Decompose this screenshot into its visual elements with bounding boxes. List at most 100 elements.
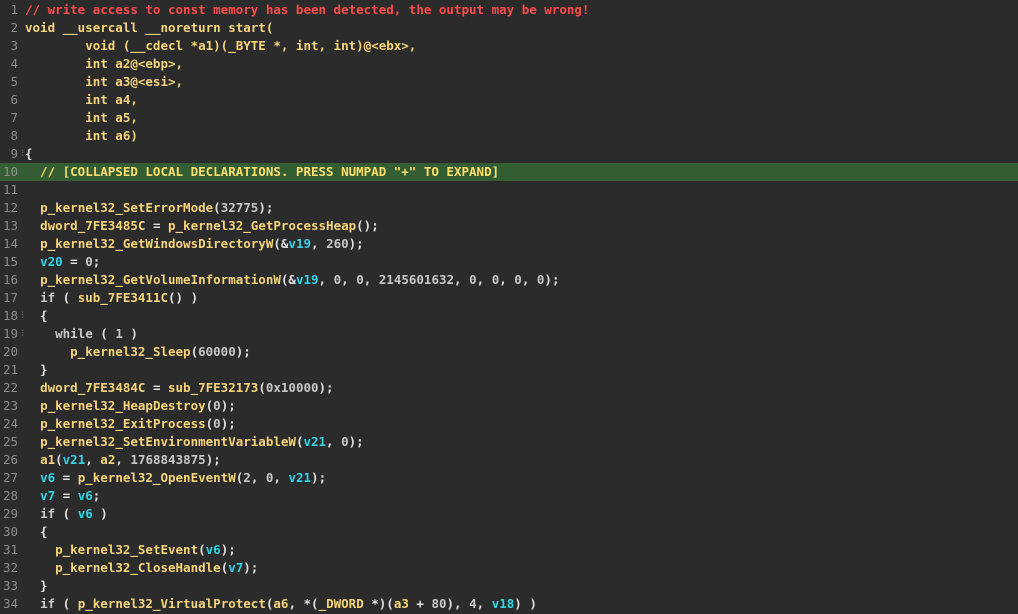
code-line[interactable]: 19 ⁝ while ( 1 ): [0, 325, 1018, 343]
code-text: p_kernel32_GetWindowsDirectoryW(&v19, 26…: [25, 235, 364, 253]
code-token: int a5,: [25, 110, 138, 125]
code-token: );: [205, 452, 221, 467]
code-text: dword_7FE3485C = p_kernel32_GetProcessHe…: [25, 217, 379, 235]
code-token: );: [544, 272, 560, 287]
line-number: 15: [2, 254, 18, 269]
code-token: );: [258, 200, 274, 215]
code-line[interactable]: 12 p_kernel32_SetErrorMode(32775);: [0, 199, 1018, 217]
code-line[interactable]: 15 v20 = 0;: [0, 253, 1018, 271]
code-token: );: [348, 236, 364, 251]
line-number: 21: [2, 362, 18, 377]
code-line[interactable]: 24 p_kernel32_ExitProcess(0);: [0, 415, 1018, 433]
code-line[interactable]: 27 v6 = p_kernel32_OpenEventW(2, 0, v21)…: [0, 469, 1018, 487]
code-token: void (__cdecl *a1)(_BYTE *, int, int)@<e…: [25, 38, 417, 53]
code-line[interactable]: 33 }: [0, 577, 1018, 595]
code-token: (: [55, 596, 78, 611]
code-token: =: [55, 488, 78, 503]
code-token: (: [198, 542, 206, 557]
code-line[interactable]: 9 ⁝{: [0, 145, 1018, 163]
code-token: =: [62, 254, 86, 269]
code-line[interactable]: 5 int a3@<esi>,: [0, 73, 1018, 91]
code-text: p_kernel32_ExitProcess(0);: [25, 415, 236, 433]
code-token: 0: [341, 434, 349, 449]
pseudocode-editor[interactable]: 1 // write access to const memory has bee…: [0, 0, 1018, 614]
code-token: p_kernel32_ExitProcess: [40, 416, 206, 431]
code-line[interactable]: 18 ⁝ {: [0, 307, 1018, 325]
fold-marker-icon[interactable]: ⁝: [21, 307, 24, 325]
code-token: );: [220, 398, 236, 413]
line-number: 25: [2, 434, 18, 449]
code-text: {: [25, 523, 48, 541]
line-number: 30: [2, 524, 18, 539]
code-text: v7 = v6;: [25, 487, 100, 505]
code-line[interactable]: 14 p_kernel32_GetWindowsDirectoryW(&v19,…: [0, 235, 1018, 253]
code-line[interactable]: 10 // [COLLAPSED LOCAL DECLARATIONS. PRE…: [0, 163, 1018, 181]
fold-marker-icon[interactable]: ⁝: [21, 145, 24, 163]
code-token: v19: [288, 236, 311, 251]
code-token: 0: [333, 272, 342, 287]
code-line[interactable]: 21 }: [0, 361, 1018, 379]
code-token: if: [40, 506, 56, 521]
code-line[interactable]: 6 int a4,: [0, 91, 1018, 109]
code-line[interactable]: 28 v7 = v6;: [0, 487, 1018, 505]
code-line[interactable]: 31 p_kernel32_SetEvent(v6);: [0, 541, 1018, 559]
code-token: v6: [40, 470, 56, 485]
code-line[interactable]: 26 a1(v21, a2, 1768843875);: [0, 451, 1018, 469]
code-text: {: [25, 307, 48, 325]
code-token: ): [122, 326, 138, 341]
code-token: (: [55, 506, 78, 521]
code-token: );: [220, 416, 236, 431]
code-token: p_kernel32_GetWindowsDirectoryW: [40, 236, 274, 251]
code-token: 2: [243, 470, 251, 485]
code-token: (: [258, 380, 266, 395]
code-line[interactable]: 20 p_kernel32_Sleep(60000);: [0, 343, 1018, 361]
code-line[interactable]: 4 int a2@<ebp>,: [0, 55, 1018, 73]
code-token: p_kernel32_SetEvent: [55, 542, 199, 557]
code-token: p_kernel32_VirtualProtect: [77, 596, 266, 611]
code-line[interactable]: 1 // write access to const memory has bee…: [0, 1, 1018, 19]
code-line[interactable]: 16 p_kernel32_GetVolumeInformationW(&v19…: [0, 271, 1018, 289]
code-line[interactable]: 13 dword_7FE3485C = p_kernel32_GetProces…: [0, 217, 1018, 235]
code-token: 260: [326, 236, 349, 251]
code-line[interactable]: 3 void (__cdecl *a1)(_BYTE *, int, int)@…: [0, 37, 1018, 55]
code-line[interactable]: 22 dword_7FE3484C = sub_7FE32173(0x10000…: [0, 379, 1018, 397]
code-token: ,: [454, 272, 470, 287]
code-text: int a6): [25, 127, 138, 145]
code-line[interactable]: 29 if ( v6 ): [0, 505, 1018, 523]
code-token: 32775: [220, 200, 259, 215]
code-token: int a6): [25, 128, 138, 143]
code-line[interactable]: 25 p_kernel32_SetEnvironmentVariableW(v2…: [0, 433, 1018, 451]
code-line[interactable]: 7 int a5,: [0, 109, 1018, 127]
code-token: =: [145, 380, 168, 395]
line-number: 22: [2, 380, 18, 395]
code-text: p_kernel32_SetEnvironmentVariableW(v21, …: [25, 433, 364, 451]
code-token: p_kernel32_GetProcessHeap: [168, 218, 357, 233]
code-line[interactable]: 17 if ( sub_7FE3411C() ): [0, 289, 1018, 307]
code-line[interactable]: 23 p_kernel32_HeapDestroy(0);: [0, 397, 1018, 415]
code-line[interactable]: 2 void __usercall __noreturn start(: [0, 19, 1018, 37]
line-number: 3: [10, 38, 18, 53]
code-token: (&: [280, 272, 296, 287]
code-text: v6 = p_kernel32_OpenEventW(2, 0, v21);: [25, 469, 326, 487]
line-number: 28: [2, 488, 18, 503]
code-token: {: [25, 308, 48, 323]
code-token: 0: [514, 272, 522, 287]
code-token: =: [55, 470, 78, 485]
code-text: dword_7FE3484C = sub_7FE32173(0x10000);: [25, 379, 334, 397]
code-token: 1: [115, 326, 123, 341]
code-line[interactable]: 11: [0, 181, 1018, 199]
code-token: ;: [92, 254, 101, 269]
code-text: if ( sub_7FE3411C() ): [25, 289, 198, 307]
code-line[interactable]: 32 p_kernel32_CloseHandle(v7);: [0, 559, 1018, 577]
code-line[interactable]: 34 if ( p_kernel32_VirtualProtect(a6, *(…: [0, 595, 1018, 613]
line-number: 6: [10, 92, 18, 107]
code-token: while: [55, 326, 93, 341]
code-line[interactable]: 30 {: [0, 523, 1018, 541]
fold-marker-icon[interactable]: ⁝: [21, 325, 24, 343]
code-line[interactable]: 8 int a6): [0, 127, 1018, 145]
code-token: a2: [100, 452, 116, 467]
